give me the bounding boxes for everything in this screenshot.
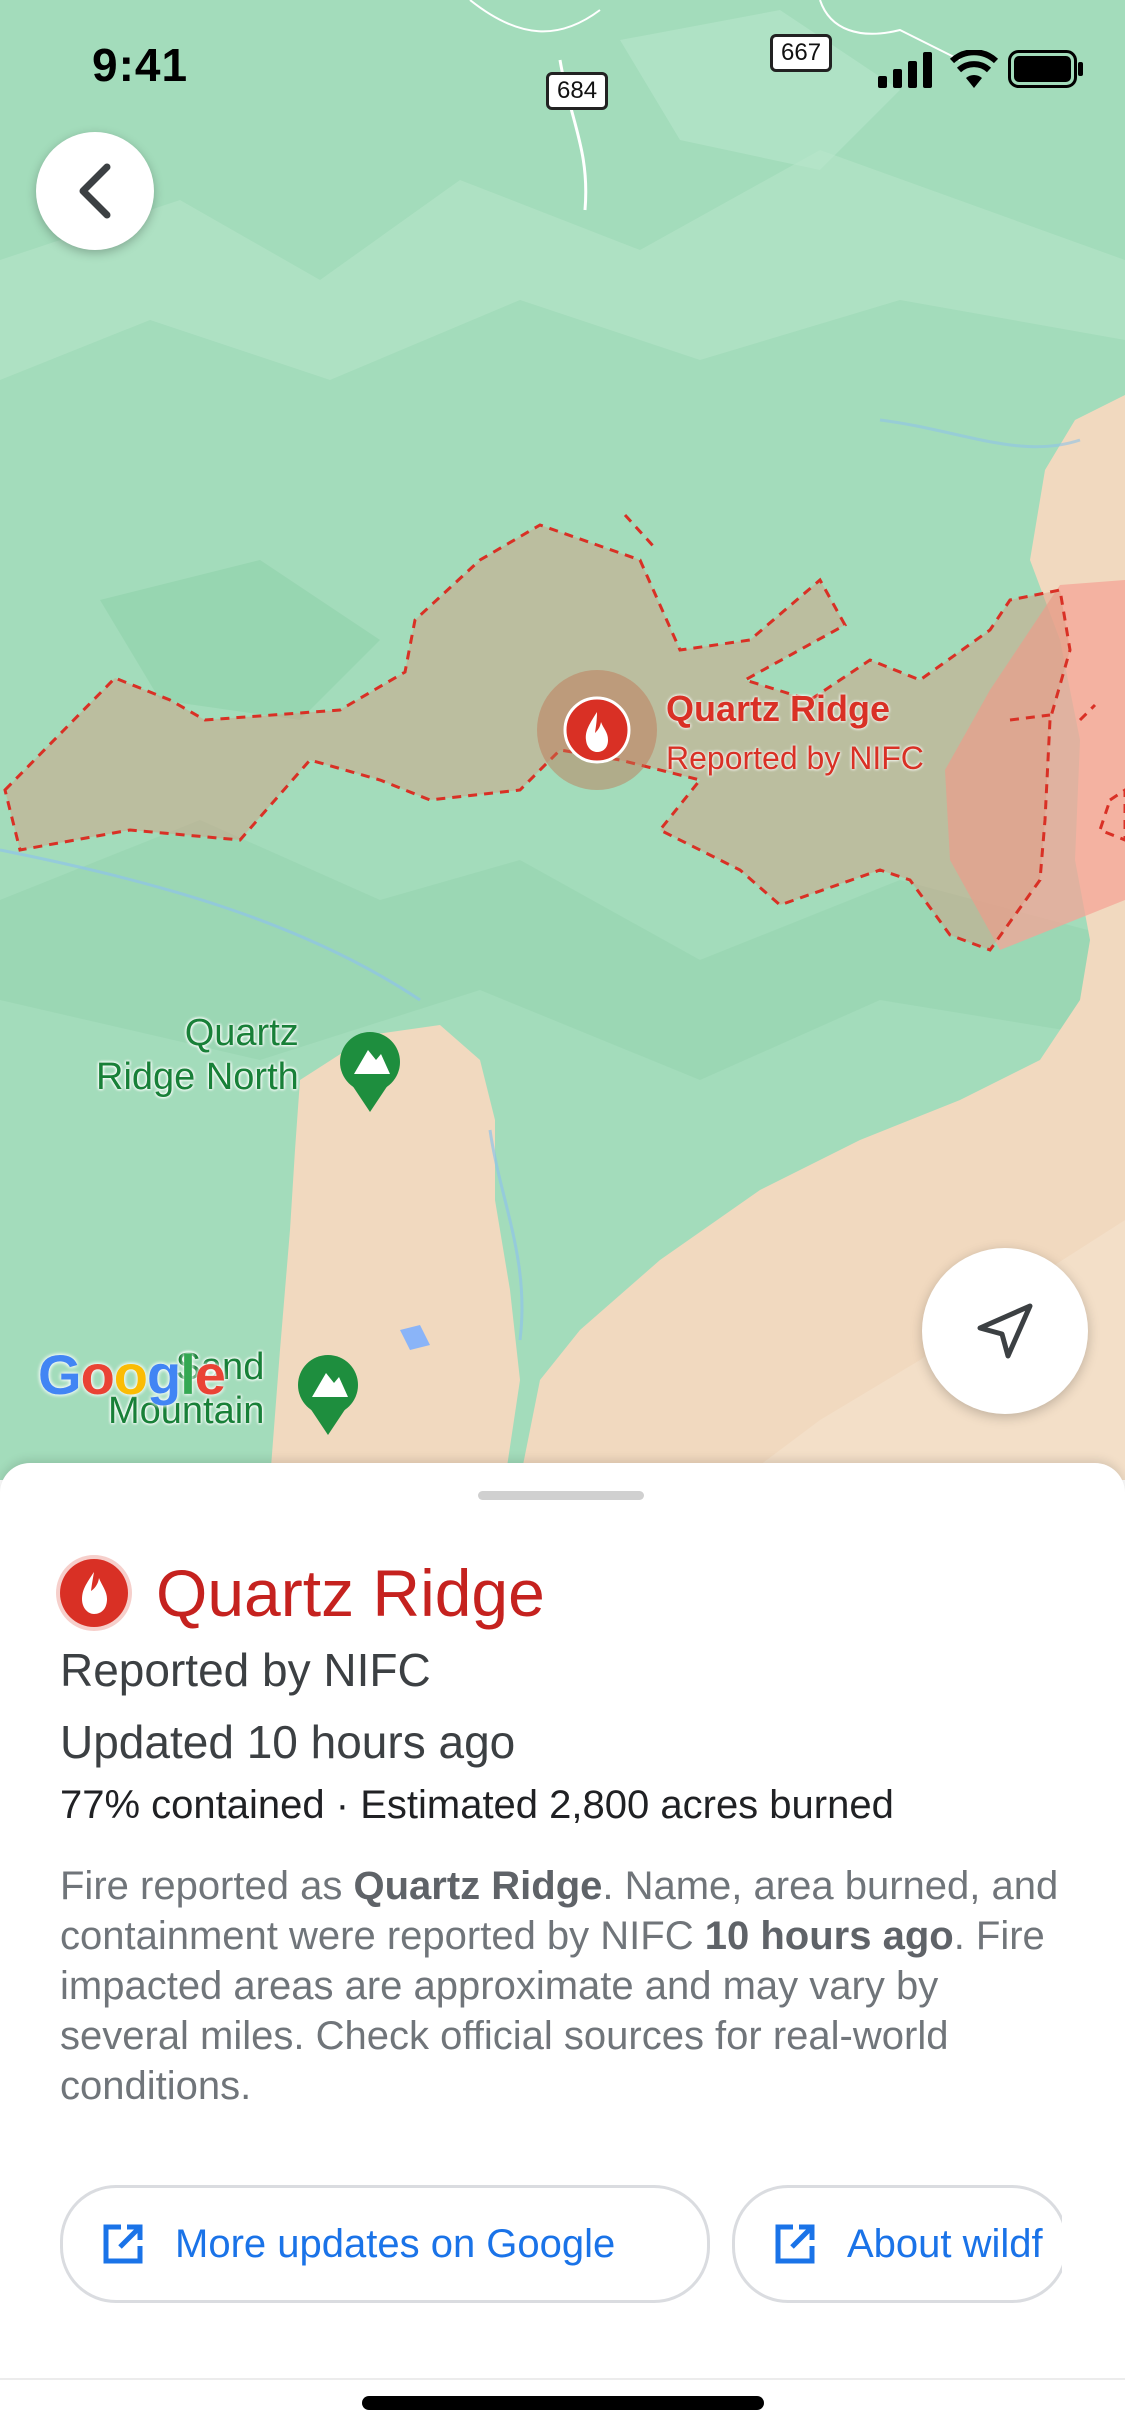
logo-letter: l (180, 1343, 196, 1406)
status-bar: 9:41 (0, 0, 1125, 130)
fire-marker-subtitle: Reported by NIFC (666, 740, 924, 776)
fire-stats: 77% contained · Estimated 2,800 acres bu… (60, 1783, 894, 1827)
status-time: 9:41 (92, 39, 189, 91)
signal-icon (878, 52, 932, 88)
logo-letter: o (113, 1343, 148, 1406)
road-shield: 667 (770, 34, 833, 72)
map-terrain (0, 0, 1125, 1480)
navigation-arrow-icon (977, 1303, 1033, 1359)
chevron-left-icon (79, 163, 111, 219)
road-shield: 684 (546, 72, 609, 110)
button-label: About wildf (847, 2221, 1043, 2266)
poi-quartz-ridge-north[interactable]: Quartz Ridge North (96, 1012, 299, 1099)
logo-letter: g (147, 1343, 181, 1406)
divider (0, 2378, 1125, 2380)
fire-description: Fire reported as Quartz Ridge. Name, are… (60, 1864, 1059, 2108)
back-button[interactable] (36, 132, 154, 250)
map-view[interactable]: 9:41 684 667 Quartz Ridge Reported by NI… (0, 0, 1125, 1480)
about-wildfires-button[interactable]: About wildf (732, 2185, 1068, 2303)
logo-letter: G (38, 1343, 82, 1406)
home-indicator[interactable] (362, 2396, 764, 2410)
sheet-title: Quartz Ridge (156, 1556, 545, 1630)
poi-label: Ridge North (96, 1055, 299, 1098)
google-logo: Google (38, 1342, 226, 1407)
sheet-drag-handle[interactable] (478, 1491, 644, 1500)
logo-letter: o (80, 1343, 115, 1406)
scroll-fade (1062, 2180, 1125, 2302)
open-in-new-icon (103, 2224, 143, 2264)
my-location-button[interactable] (922, 1248, 1088, 1414)
button-label: More updates on Google (175, 2221, 616, 2266)
battery-icon (1008, 50, 1083, 88)
poi-label: Quartz (184, 1012, 299, 1054)
more-updates-button[interactable]: More updates on Google (60, 2185, 710, 2303)
open-in-new-icon (775, 2224, 815, 2264)
fire-marker-title[interactable]: Quartz Ridge (666, 688, 890, 730)
sheet-header: Quartz Ridge (60, 1555, 545, 1631)
fire-icon (60, 1559, 128, 1627)
reported-by: Reported by NIFC (60, 1644, 431, 1696)
wifi-icon (950, 50, 998, 88)
updated-time: Updated 10 hours ago (60, 1716, 516, 1768)
logo-letter: e (194, 1343, 226, 1406)
